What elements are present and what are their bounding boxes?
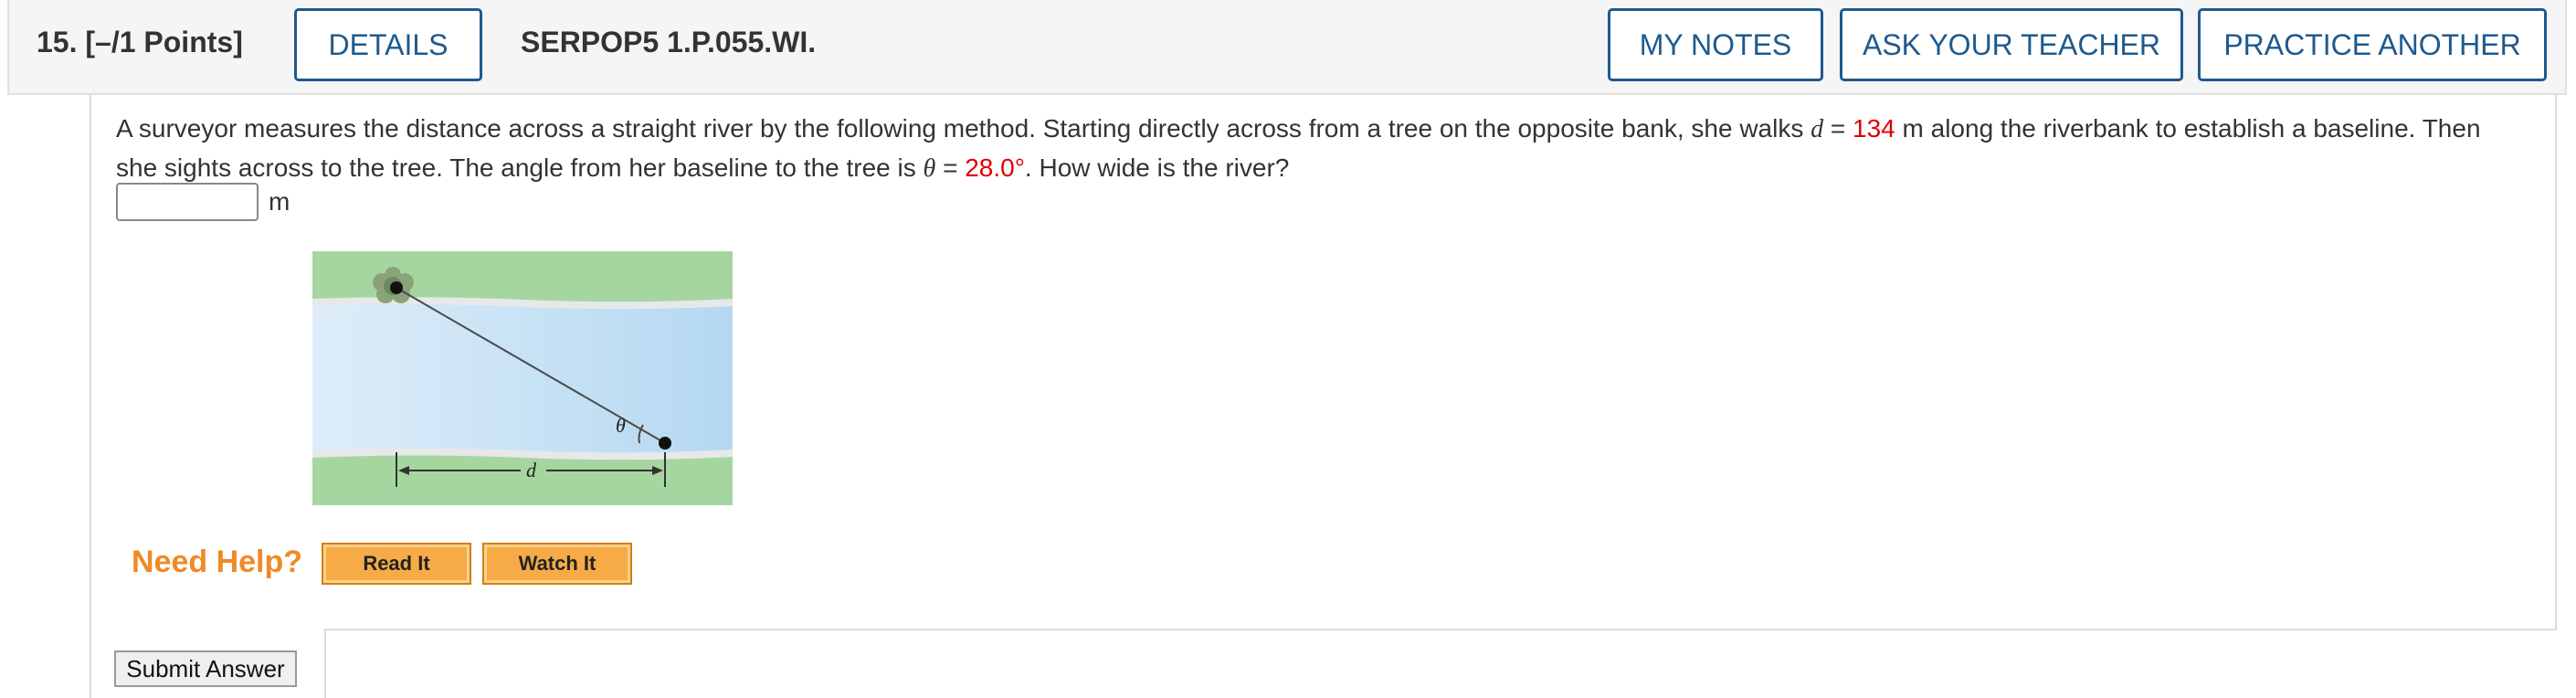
question-text-part1: A surveyor measures the distance across … (116, 114, 1811, 143)
read-it-button[interactable]: Read It (322, 543, 471, 585)
tree-point (390, 281, 403, 294)
surveyor-point (659, 437, 671, 449)
my-notes-button[interactable]: MY NOTES (1608, 8, 1823, 81)
practice-another-button[interactable]: PRACTICE ANOTHER (2198, 8, 2547, 81)
question-text-part3: . How wide is the river? (1024, 153, 1290, 182)
answer-area-vertical-divider (324, 629, 326, 698)
content-left-border (90, 95, 91, 698)
submit-answer-button[interactable]: Submit Answer (114, 650, 297, 687)
theta-label: θ (616, 414, 626, 437)
question-points: 15. [–/1 Points] (37, 26, 243, 58)
content-right-border (2555, 95, 2557, 630)
variable-d: d (1811, 115, 1824, 143)
question-header: 15. [–/1 Points] DETAILS SERPOP5 1.P.055… (7, 0, 2567, 95)
answer-area-divider (324, 629, 2557, 630)
question-text: A surveyor measures the distance across … (116, 110, 2528, 188)
near-bank (312, 448, 733, 460)
watch-it-button[interactable]: Watch It (482, 543, 632, 585)
theta-value: 28.0° (965, 153, 1025, 182)
equals-sign-2: = (935, 153, 966, 182)
equals-sign: = (1823, 114, 1853, 143)
variable-theta: θ (923, 154, 936, 183)
d-value: 134 (1853, 114, 1895, 143)
need-help-label: Need Help? (132, 545, 303, 579)
problem-code: SERPOP5 1.P.055.WI. (521, 26, 817, 58)
answer-unit: m (269, 187, 290, 216)
ask-your-teacher-button[interactable]: ASK YOUR TEACHER (1840, 8, 2183, 81)
details-button[interactable]: DETAILS (294, 8, 482, 81)
river-diagram: θ d (312, 251, 733, 505)
d-label: d (526, 459, 537, 481)
answer-input[interactable] (116, 183, 259, 221)
river-water (312, 304, 733, 454)
